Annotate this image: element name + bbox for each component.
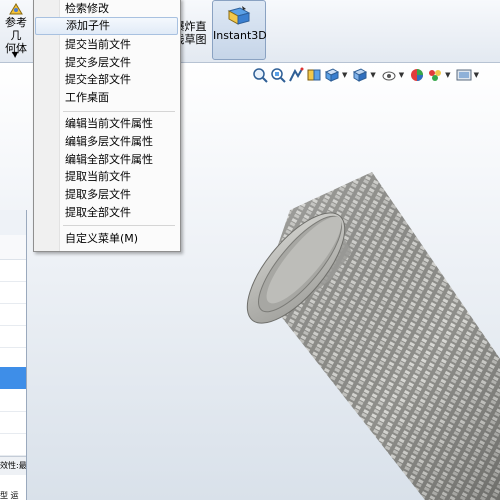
list-item[interactable] [0,347,26,368]
list-item[interactable] [0,303,26,326]
zoom-to-fit-icon[interactable] [252,67,268,83]
status-text: 效性:最 [0,456,26,475]
menu-separator [63,111,175,112]
menu-item-edit-all-file-properties[interactable]: 编辑全部文件属性 [35,151,178,169]
list-item[interactable] [0,411,26,434]
menu-item-edit-current-file-properties[interactable]: 编辑当前文件属性 [35,115,178,133]
feature-tree-panel[interactable]: 效性:最 型 运 [0,210,27,500]
chevron-down-icon[interactable]: ▼ [370,71,375,79]
reference-geometry-label-1: 参考几 [5,16,27,42]
menu-separator [63,225,175,226]
instant3d-icon [227,6,251,25]
edit-appearance-icon[interactable] [409,67,425,83]
list-item[interactable] [0,389,26,412]
menu-item-extract-multilevel-files[interactable]: 提取多层文件 [35,186,178,204]
menu-item-customize-menu[interactable]: 自定义菜单(M) [35,230,178,248]
chevron-down-icon[interactable]: ▼ [342,71,347,79]
view-settings-icon[interactable] [456,67,472,83]
menu-item-workspace[interactable]: 工作桌面 [35,89,178,107]
menu-item-search-modify[interactable]: 检索修改 [35,0,178,18]
menu-item-extract-all-files[interactable]: 提取全部文件 [35,204,178,222]
chevron-down-icon[interactable]: ▼ [399,71,404,79]
dropdown-menu: 检索修改 添加子件 提交当前文件 提交多层文件 提交全部文件 工作桌面 编辑当前… [33,0,181,252]
previous-view-icon[interactable] [288,67,304,83]
menu-item-extract-current-file[interactable]: 提取当前文件 [35,168,178,186]
zoom-area-icon[interactable] [270,67,286,83]
menu-item-submit-current-file[interactable]: 提交当前文件 [35,36,178,54]
apply-scene-icon[interactable] [427,67,443,83]
instant3d-label: Instant3D [213,29,267,42]
selected-list-item[interactable] [0,367,26,389]
chevron-down-icon[interactable]: ▼ [474,71,479,79]
reference-geometry-button[interactable]: 参考几 何体 ▼ [0,0,32,60]
chevron-down-icon[interactable]: ▼ [445,71,450,79]
menu-item-add-child[interactable]: 添加子件 [35,17,178,35]
reference-geometry-icon [9,3,23,15]
display-style-icon[interactable] [352,67,368,83]
list-item[interactable] [0,281,26,304]
list-item[interactable] [0,433,26,456]
instant3d-button[interactable]: Instant3D [212,0,267,60]
panel-tab-strip[interactable] [0,210,26,236]
section-view-icon[interactable] [306,67,322,83]
bottom-tab-label[interactable]: 型 运 [0,490,26,502]
hide-show-icon[interactable] [381,67,397,83]
menu-item-submit-all-files[interactable]: 提交全部文件 [35,71,178,89]
chevron-down-icon[interactable]: ▼ [12,48,18,61]
view-toolbar: ▼ ▼ ▼ ▼ ▼ [252,64,482,86]
view-orientation-icon[interactable] [324,67,340,83]
list-item[interactable] [0,325,26,348]
menu-item-edit-multilevel-file-properties[interactable]: 编辑多层文件属性 [35,133,178,151]
list-item[interactable] [0,259,26,282]
panel-header [0,235,26,260]
menu-item-submit-multilevel-files[interactable]: 提交多层文件 [35,54,178,72]
